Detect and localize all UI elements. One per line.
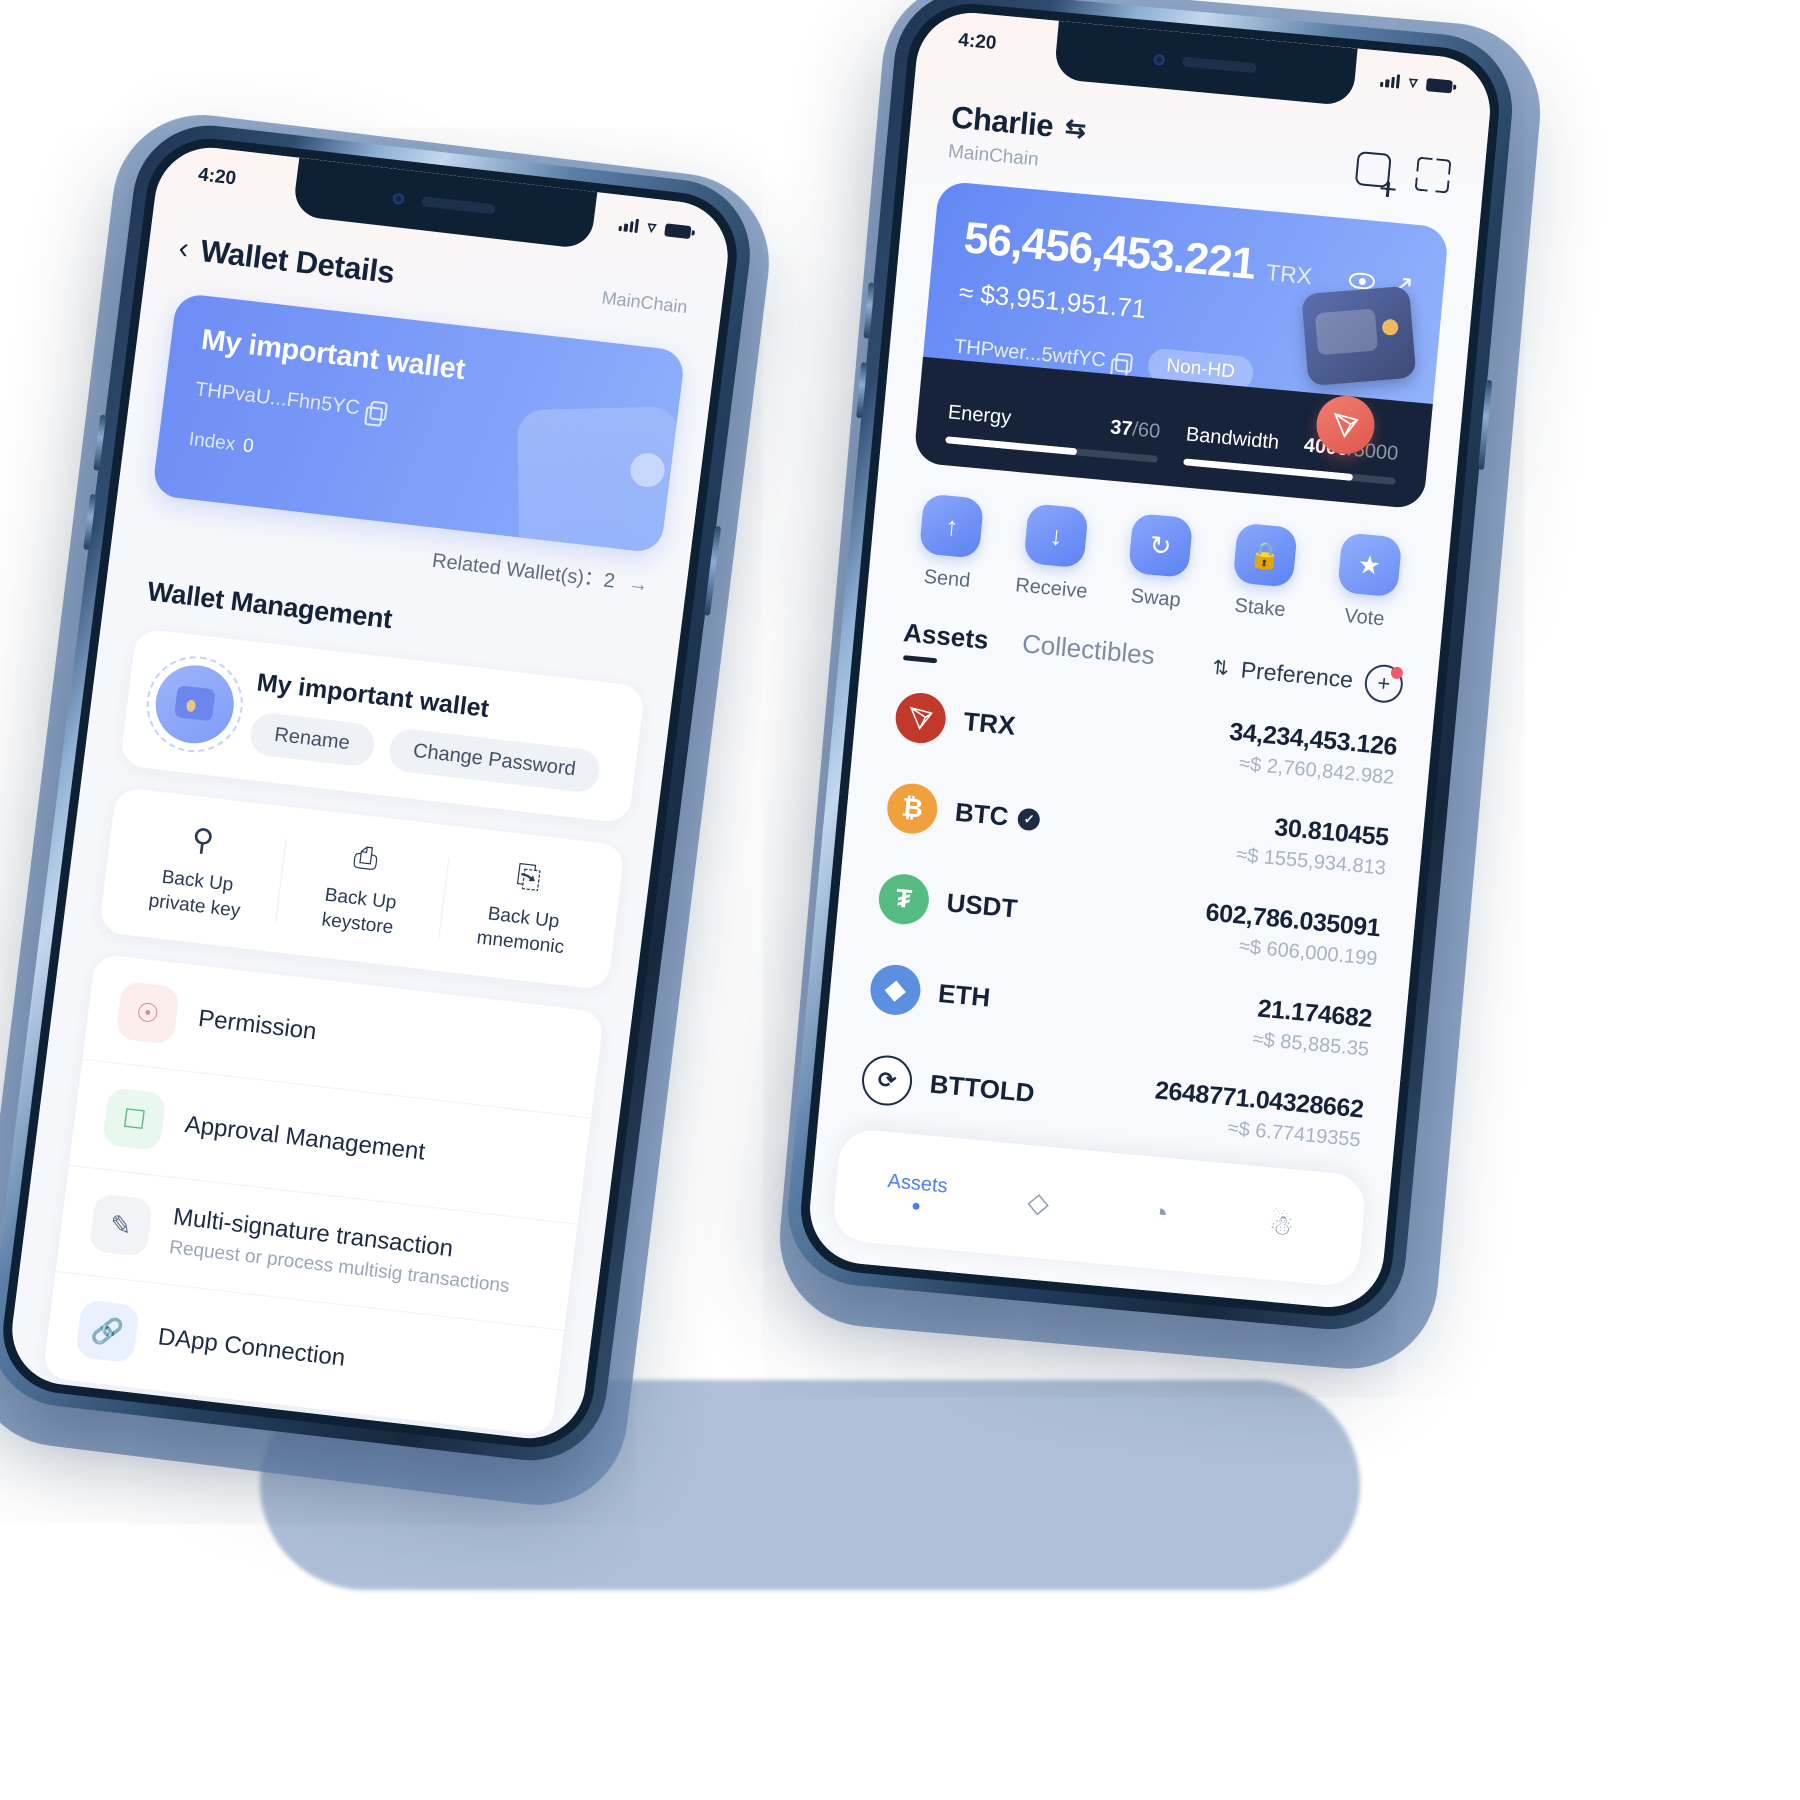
asset-symbol-usdt: USDT (945, 887, 1019, 924)
asset-symbol-trx: TRX (962, 706, 1017, 741)
battery-icon (1425, 77, 1453, 93)
battery-icon (664, 222, 692, 239)
action-vote[interactable]: ★ Vote (1311, 530, 1424, 634)
arrow-down-icon: ↓ (1023, 503, 1089, 569)
chain-label: MainChain (947, 141, 1040, 171)
index-value: 0 (241, 435, 255, 458)
nav-item-layers[interactable]: ◇ (976, 1180, 1101, 1224)
back-icon[interactable]: ‹ (177, 232, 191, 266)
tron-icon (893, 690, 948, 745)
menu-label-approval: Approval Management (183, 1111, 427, 1166)
signal-icon (1379, 73, 1401, 89)
add-wallet-icon[interactable] (1354, 151, 1392, 189)
arrow-up-icon: ↑ (919, 493, 985, 559)
balance-symbol: TRX (1264, 259, 1314, 290)
phone-wallet-home: 4:20 ▿ Charlie ⇆ MainChain 56,456,453.22… (781, 0, 1519, 1336)
wallet-address: THPvaU...Fhn5YC (193, 378, 362, 420)
chain-label: MainChain (600, 286, 689, 317)
signal-icon (618, 217, 640, 234)
action-swap[interactable]: ↻ Swap (1102, 511, 1215, 615)
account-switcher[interactable]: Charlie ⇆ (950, 99, 1088, 147)
asset-symbol-eth: ETH (936, 977, 992, 1013)
menu-label-dapp: DApp Connection (156, 1323, 347, 1373)
wallet-illustration (517, 406, 680, 554)
copy-icon[interactable] (368, 400, 388, 422)
bandwidth-progress (1183, 458, 1354, 481)
page-title: Wallet Details (198, 233, 397, 291)
swap-icon: ↻ (1127, 512, 1194, 579)
profile-icon: ☃ (1267, 1207, 1296, 1242)
ethereum-icon: ◆ (868, 962, 923, 1017)
key-icon: ⚲ (189, 822, 216, 859)
backup-keystore-line2: keystore (320, 909, 395, 939)
explore-icon: ◔ (1150, 1196, 1170, 1229)
shield-lock-icon: 🔒 (1232, 522, 1298, 588)
eye-icon[interactable] (1348, 271, 1376, 291)
copy-icon[interactable] (1114, 352, 1134, 373)
layers-icon: ◇ (1026, 1185, 1051, 1219)
mnemonic-icon: ⎘ (514, 859, 543, 896)
status-time: 4:20 (196, 164, 238, 190)
switch-account-icon[interactable]: ⇆ (1064, 113, 1087, 145)
ticket-icon: ★ (1336, 532, 1402, 598)
scan-icon[interactable] (1414, 157, 1452, 194)
asset-symbol-btc: BTC (953, 796, 1010, 832)
status-time: 4:20 (957, 29, 998, 55)
change-password-button[interactable]: Change Password (386, 727, 603, 795)
backup-keystore-line1: Back Up (323, 884, 398, 914)
energy-value: 37 (1109, 416, 1134, 441)
add-token-icon[interactable]: + (1363, 662, 1405, 704)
account-name: Charlie (949, 99, 1055, 144)
nav-item-assets[interactable]: Assets (855, 1167, 980, 1215)
wallet-menu-card: ☉ Permission ☐ Approval Management ✎ Mul… (42, 953, 605, 1437)
sort-icon[interactable]: ⇅ (1211, 655, 1230, 681)
backup-mnemonic-line1: Back Up (486, 903, 561, 933)
resource-label-bandwidth: Bandwidth (1184, 423, 1281, 454)
menu-label-permission: Permission (196, 1005, 318, 1046)
tab-assets[interactable]: Assets (901, 617, 990, 668)
action-send[interactable]: ↑ Send (894, 491, 1007, 595)
index-label: Index (187, 428, 237, 456)
arrow-right-icon: → (626, 572, 650, 597)
screen-wallet-home: 4:20 ▿ Charlie ⇆ MainChain 56,456,453.22… (805, 8, 1495, 1312)
keystore-icon: ⎙ (351, 840, 380, 877)
tether-icon: ₮ (876, 871, 932, 926)
backup-options-card: ⚲ Back Up private key ⎙ Back Up keystore ⎘… (98, 786, 626, 991)
nav-active-dot (911, 1201, 920, 1210)
backup-private-key-button[interactable]: ⚲ Back Up private key (111, 814, 286, 928)
backup-private-key-line1: Back Up (160, 866, 235, 896)
link-icon: 🔗 (74, 1299, 140, 1364)
nav-item-profile[interactable]: ☃ (1219, 1202, 1344, 1246)
backup-keystore-button[interactable]: ⎙ Back Up keystore (274, 833, 449, 947)
resource-label-energy: Energy (947, 401, 1013, 430)
rename-button[interactable]: Rename (247, 711, 377, 768)
resource-energy[interactable]: Energy 37/60 (945, 401, 1162, 463)
wallet-avatar (141, 651, 249, 758)
wifi-icon: ▿ (646, 217, 658, 238)
nav-label-assets: Assets (886, 1169, 949, 1198)
bittorrent-icon: ⟳ (859, 1052, 915, 1108)
backup-mnemonic-button[interactable]: ⎘ Back Up mnemonic (437, 851, 612, 965)
approval-icon: ☐ (101, 1087, 167, 1152)
wallet-3d-illustration (1301, 285, 1417, 387)
asset-usd-eth: ≈$ 85,885.35 (1251, 1028, 1370, 1061)
asset-amount-eth: 21.174682 (1256, 994, 1374, 1033)
energy-max: /60 (1131, 418, 1162, 443)
energy-progress (945, 436, 1078, 456)
action-receive[interactable]: ↓ Receive (998, 501, 1111, 605)
action-stake[interactable]: 🔒 Stake (1207, 520, 1320, 624)
asset-symbol-bttold: BTTOLD (928, 1068, 1036, 1109)
wallet-rename-card: My important wallet Rename Change Passwo… (119, 628, 646, 824)
wifi-icon: ▿ (1408, 72, 1419, 93)
nav-item-explore[interactable]: ◔ (1098, 1192, 1222, 1235)
balance-amount: 56,456,453.221 (961, 213, 1258, 289)
verified-icon: ✓ (1017, 807, 1042, 831)
permission-icon: ☉ (115, 981, 181, 1046)
preference-label[interactable]: Preference (1240, 657, 1354, 694)
pencil-icon: ✎ (88, 1193, 154, 1258)
bitcoin-icon: ₿ (885, 780, 940, 836)
